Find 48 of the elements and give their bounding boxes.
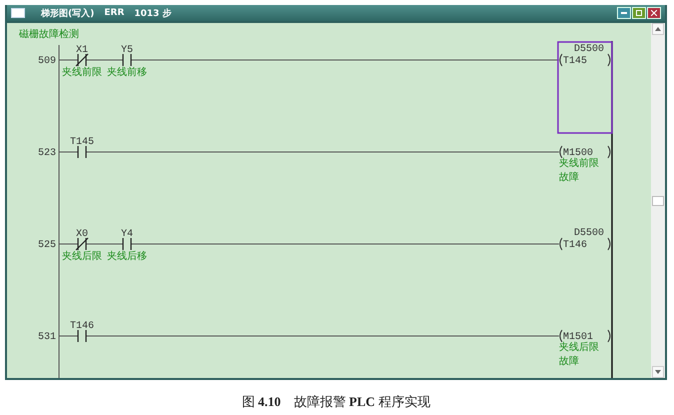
step-number: 523 [38,148,56,159]
vertical-scrollbar[interactable] [651,23,665,378]
contact-comment: 夹线后移 [107,251,147,262]
contact-label: X1 [76,45,88,56]
coil-right-bracket-icon [608,146,610,158]
coil-left-bracket-icon [560,238,562,250]
coil-operand: D5500 [574,228,604,239]
figure-caption: 图 4.10 故障报警 PLC 程序实现 [242,394,430,409]
coil-label: M1500 [563,148,594,159]
coil-left-bracket-icon [560,54,562,66]
contact-comment: 夹线前限 [62,67,102,78]
coil-left-bracket-icon [560,330,562,342]
contact-comment: 夹线前移 [107,67,147,78]
contact-label: Y4 [121,229,133,240]
coil-comment: 夹线后限故障 [559,341,600,369]
status-text: ERR [104,8,124,18]
contact-label: X0 [76,229,88,240]
contact-label: T145 [70,137,94,148]
coil-label: T146 [563,240,588,251]
scroll-up-button[interactable] [652,23,664,35]
coil-right-bracket-icon [608,238,610,250]
down-arrow-icon [655,370,661,374]
scroll-down-button[interactable] [652,366,664,378]
maximize-button[interactable] [632,7,646,19]
step-number: 509 [38,56,56,67]
close-icon [651,10,657,16]
contact-label: Y5 [121,45,133,56]
coil-comment: 夹线前限故障 [559,157,600,185]
coil-right-bracket-icon [608,54,610,66]
coil-label: T145 [563,56,588,67]
coil-operand: D5500 [574,44,604,55]
section-title: 磁栅故障检测 [19,29,79,40]
step-number: 525 [38,240,56,251]
step-count: 1013 步 [134,7,172,20]
coil-label: M1501 [563,332,594,343]
coil-right-bracket-icon [608,330,610,342]
step-number: 531 [38,332,56,343]
minimize-icon [621,12,627,14]
scroll-thumb[interactable] [652,196,664,206]
contact-comment: 夹线后限 [62,251,102,262]
minimize-button[interactable] [617,7,631,19]
coil-left-bracket-icon [560,146,562,158]
maximize-icon [636,10,642,16]
window-title: 梯形图(写入) [41,7,94,20]
window-icon [11,8,25,18]
close-button[interactable] [647,7,661,19]
up-arrow-icon [655,27,661,31]
contact-label: T146 [70,321,94,332]
